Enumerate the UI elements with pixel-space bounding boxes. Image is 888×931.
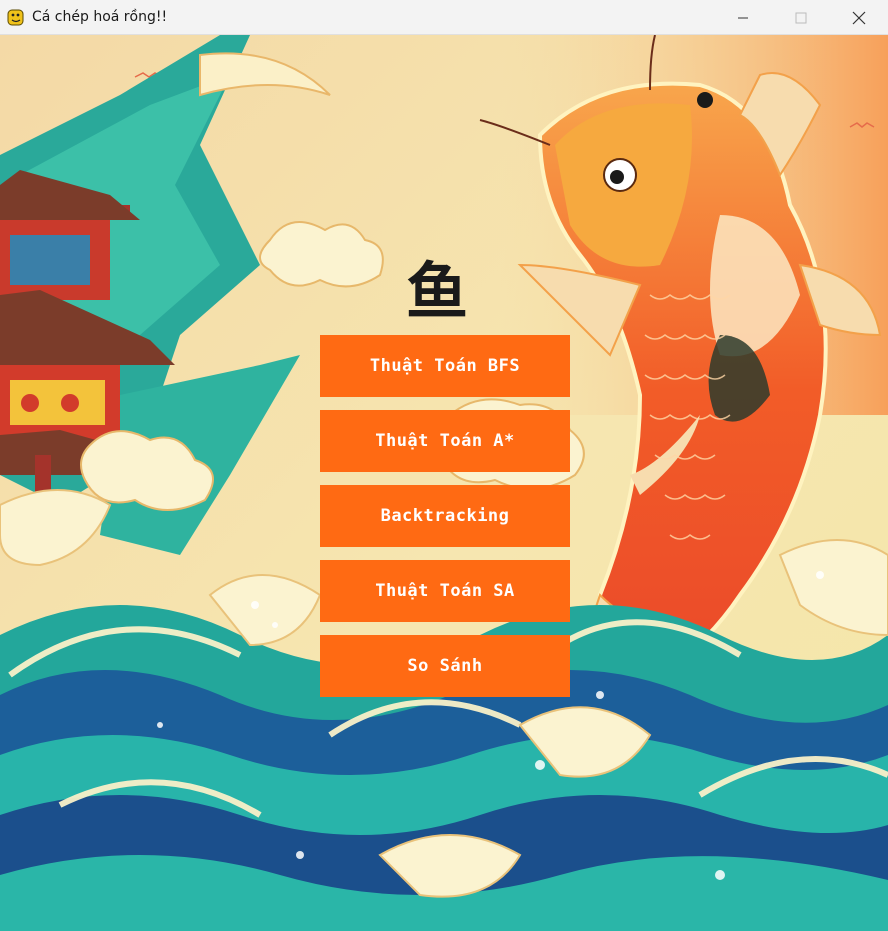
window-title: Cá chép hoá rồng!! — [32, 9, 168, 25]
compare-button[interactable]: So Sánh — [320, 635, 570, 697]
backtracking-button[interactable]: Backtracking — [320, 485, 570, 547]
bfs-button[interactable]: Thuật Toán BFS — [320, 335, 570, 397]
koi-fish-waves-illustration: 鱼 — [0, 35, 888, 931]
app-icon — [7, 9, 24, 26]
maximize-button[interactable] — [772, 0, 830, 35]
close-button[interactable] — [830, 0, 888, 35]
astar-button[interactable]: Thuật Toán A* — [320, 410, 570, 472]
game-canvas: 鱼 Thuật Toán BFS Thuật Toán A* Backtrack… — [0, 35, 888, 931]
sa-button[interactable]: Thuật Toán SA — [320, 560, 570, 622]
minimize-icon — [738, 17, 748, 18]
close-icon — [852, 11, 866, 24]
window-controls — [714, 0, 888, 35]
maximize-icon — [795, 12, 807, 23]
minimize-button[interactable] — [714, 0, 772, 35]
app-window: Cá chép hoá rồng!! 鱼 Thuật Toán BFS Thuậ… — [0, 0, 888, 931]
title-bar[interactable]: Cá chép hoá rồng!! — [0, 0, 888, 35]
calligraphy-char: 鱼 — [406, 255, 468, 328]
